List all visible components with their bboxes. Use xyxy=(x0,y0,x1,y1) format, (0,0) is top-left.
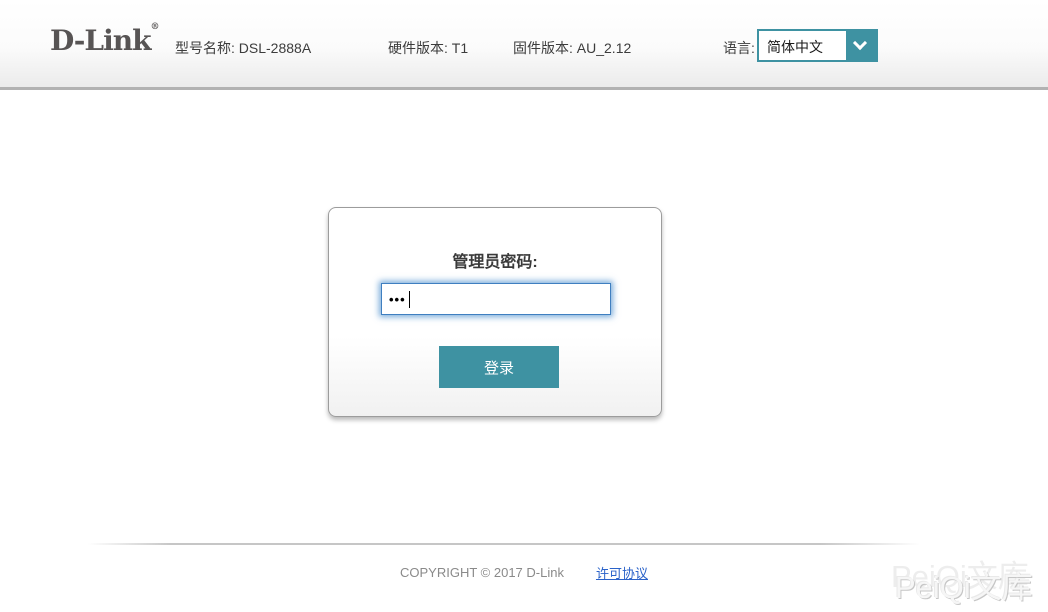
language-label: 语言: xyxy=(723,38,755,58)
login-panel: 管理员密码: 登录 xyxy=(328,207,662,417)
password-field-wrapper xyxy=(381,283,611,315)
footer-divider xyxy=(88,543,920,545)
license-agreement-link[interactable]: 许可协议 xyxy=(596,563,648,582)
firmware-version-info: 固件版本: AU_2.12 xyxy=(513,38,631,58)
language-select[interactable]: 简体中文 xyxy=(757,29,878,62)
text-caret xyxy=(409,291,410,308)
footer: COPYRIGHT © 2017 D-Link 许可协议 xyxy=(0,563,1048,582)
dlink-logo: D-Link® xyxy=(50,24,160,57)
copyright-text: COPYRIGHT © 2017 D-Link xyxy=(400,565,564,580)
admin-password-label: 管理员密码: xyxy=(329,248,661,272)
router-login-page: D-Link® 型号名称: DSL-2888A 硬件版本: T1 固件版本: A… xyxy=(0,0,1048,612)
chevron-down-icon[interactable] xyxy=(846,30,877,61)
password-input[interactable] xyxy=(381,283,611,315)
registered-mark: ® xyxy=(151,22,160,32)
login-button[interactable]: 登录 xyxy=(439,346,559,388)
hardware-version-info: 硬件版本: T1 xyxy=(388,38,468,58)
dlink-logo-text: D-Link xyxy=(50,24,151,57)
header-bar: D-Link® 型号名称: DSL-2888A 硬件版本: T1 固件版本: A… xyxy=(0,0,1048,90)
language-selected-value: 简体中文 xyxy=(767,37,823,57)
model-name-info: 型号名称: DSL-2888A xyxy=(175,38,311,58)
